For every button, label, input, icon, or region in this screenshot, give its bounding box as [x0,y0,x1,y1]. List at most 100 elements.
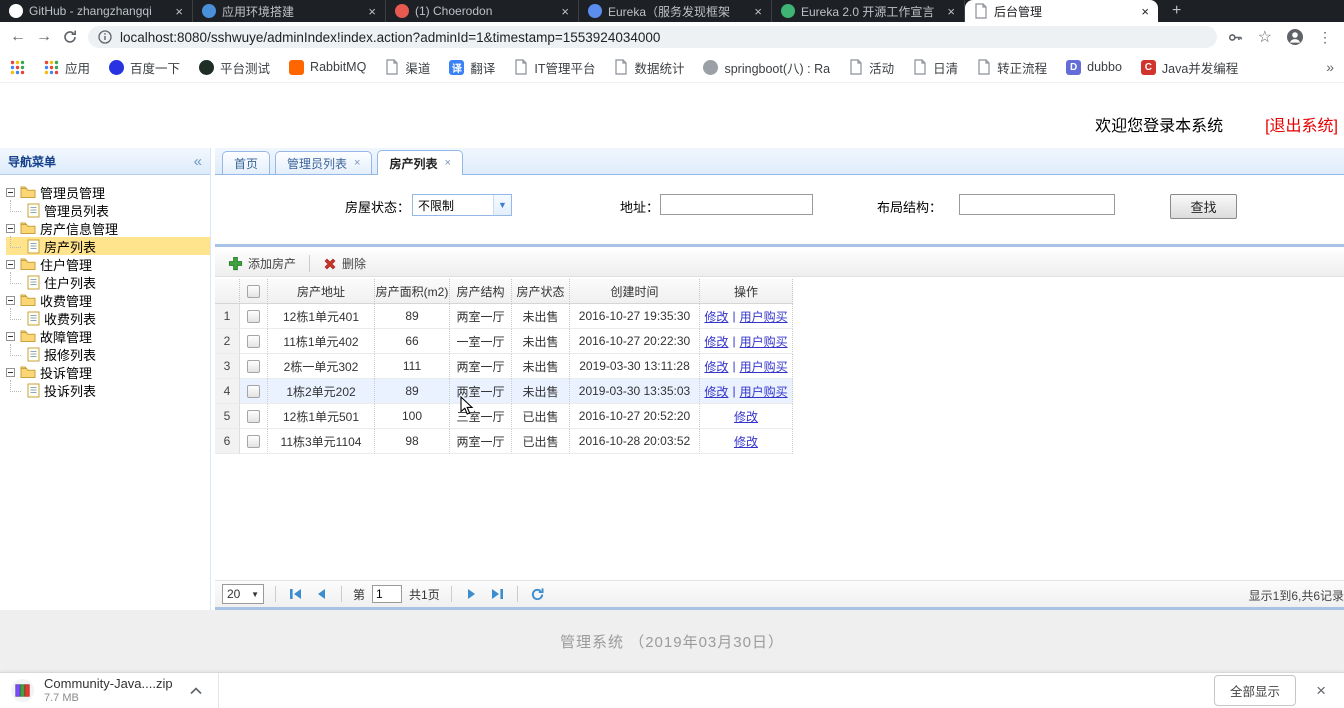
tree-item[interactable]: 投诉列表 [6,381,210,399]
bookmark-star-icon[interactable]: ☆ [1258,27,1272,47]
table-row[interactable]: 32栋一单元302111两室一厅未出售2019-03-30 13:11:28修改… [215,354,1344,379]
last-page-icon[interactable] [488,585,506,603]
tree-collapse-icon[interactable] [6,296,15,305]
next-page-icon[interactable] [463,585,481,603]
page-size-select[interactable]: 20 ▼ [222,584,264,604]
tree-item[interactable]: 房产列表 [6,237,210,255]
tree-item[interactable]: 住户列表 [6,273,210,291]
bookmark-item[interactable]: 平台测试 [199,58,270,77]
action-link[interactable]: 用户购买 [740,358,788,375]
action-link[interactable]: 修改 [704,358,728,375]
key-icon[interactable] [1227,29,1244,46]
browser-tab[interactable]: Eureka 2.0 开源工作宣言× [772,0,965,22]
tab-close-icon[interactable]: × [368,4,376,19]
bookmark-item[interactable]: 数据统计 [614,58,684,77]
add-property-button[interactable]: 添加房产 [222,253,302,275]
tab-close-icon[interactable]: × [175,4,183,19]
tree-collapse-icon[interactable] [6,332,15,341]
back-icon[interactable]: ← [10,29,26,45]
address-input[interactable] [660,194,813,215]
bookmark-item[interactable]: 译翻译 [449,58,495,77]
table-row[interactable]: 512栋1单元501100三室一厅已出售2016-10-27 20:52:20修… [215,404,1344,429]
column-header[interactable]: 房产结构 [450,279,512,304]
tab-close-icon[interactable]: × [354,157,360,169]
tree-group[interactable]: 管理员管理 [6,183,210,201]
bookmarks-overflow-icon[interactable]: » [1326,59,1334,75]
bookmark-item[interactable]: springboot(八) : Ra [703,58,830,77]
close-download-bar-icon[interactable]: × [1306,681,1334,701]
row-checkbox[interactable] [247,310,260,323]
tab-close-icon[interactable]: × [1141,4,1149,19]
tree-item[interactable]: 管理员列表 [6,201,210,219]
content-tab[interactable]: 房产列表× [377,150,462,175]
column-header[interactable]: 房产状态 [512,279,570,304]
bookmark-item[interactable]: 日清 [913,58,958,77]
new-tab-button[interactable]: + [1158,0,1195,22]
action-link[interactable]: 用户购买 [740,308,788,325]
bookmark-item[interactable]: 转正流程 [977,58,1047,77]
column-header[interactable]: 房产地址 [268,279,375,304]
url-bar[interactable]: localhost:8080/sshwuye/adminIndex!index.… [88,26,1217,48]
column-header[interactable]: 创建时间 [570,279,700,304]
column-header[interactable]: 房产面积(m2) [375,279,450,304]
row-checkbox[interactable] [247,435,260,448]
status-select[interactable]: 不限制 ▼ [412,194,512,216]
browser-tab[interactable]: GitHub - zhangzhangqi× [0,0,193,22]
bookmark-item[interactable]: CJava并发编程 [1141,58,1238,77]
select-all-checkbox[interactable] [247,285,260,298]
tab-close-icon[interactable]: × [754,4,762,19]
bookmark-item[interactable]: Ddubbo [1066,60,1122,75]
action-link[interactable]: 修改 [704,333,728,350]
row-checkbox[interactable] [247,410,260,423]
row-checkbox[interactable] [247,385,260,398]
prev-page-icon[interactable] [312,585,330,603]
find-button[interactable]: 查找 [1170,194,1237,219]
bookmark-item[interactable]: 活动 [849,58,894,77]
browser-tab[interactable]: 后台管理× [965,0,1158,22]
bookmark-item[interactable]: 百度一下 [109,58,180,77]
table-row[interactable]: 112栋1单元40189两室一厅未出售2016-10-27 19:35:30修改… [215,304,1344,329]
reload-icon[interactable] [62,29,78,45]
logout-link[interactable]: [退出系统] [1265,112,1338,136]
content-tab[interactable]: 首页 [222,151,270,174]
tree-item[interactable]: 报修列表 [6,345,210,363]
info-icon[interactable] [98,30,112,44]
browser-tab[interactable]: Eureka（服务发现框架× [579,0,772,22]
action-link[interactable]: 用户购买 [740,333,788,350]
action-link[interactable]: 修改 [734,433,758,450]
chevron-down-icon[interactable]: ▼ [493,195,511,215]
tree-item[interactable]: 收费列表 [6,309,210,327]
bookmark-item[interactable]: RabbitMQ [289,60,366,75]
show-all-downloads-button[interactable]: 全部显示 [1214,675,1296,706]
chevron-up-icon[interactable] [190,687,202,695]
browser-tab[interactable]: 应用环境搭建× [193,0,386,22]
tree-collapse-icon[interactable] [6,260,15,269]
tree-group[interactable]: 住户管理 [6,255,210,273]
delete-button[interactable]: 删除 [317,253,372,275]
browser-tab[interactable]: (1) Choerodon× [386,0,579,22]
bookmark-item[interactable]: 渠道 [385,58,430,77]
tree-group[interactable]: 故障管理 [6,327,210,345]
table-row[interactable]: 211栋1单元40266一室一厅未出售2016-10-27 20:22:30修改… [215,329,1344,354]
menu-dots-icon[interactable]: ⋮ [1318,29,1332,46]
page-number-input[interactable] [372,585,402,603]
action-link[interactable]: 修改 [704,308,728,325]
tree-collapse-icon[interactable] [6,368,15,377]
tree-group[interactable]: 投诉管理 [6,363,210,381]
forward-icon[interactable]: → [36,29,52,45]
tree-group[interactable]: 房产信息管理 [6,219,210,237]
tab-close-icon[interactable]: × [561,4,569,19]
refresh-icon[interactable] [529,585,547,603]
row-checkbox[interactable] [247,360,260,373]
download-item[interactable]: Community-Java....zip 7.7 MB [10,673,219,708]
action-link[interactable]: 修改 [734,408,758,425]
layout-input[interactable] [959,194,1115,215]
column-header[interactable]: 操作 [700,279,793,304]
row-checkbox[interactable] [247,335,260,348]
bookmark-item[interactable]: 应用 [44,58,90,77]
profile-avatar-icon[interactable] [1286,28,1304,46]
tree-collapse-icon[interactable] [6,188,15,197]
apps-grid-icon[interactable] [10,60,25,75]
tab-close-icon[interactable]: × [947,4,955,19]
bookmark-item[interactable]: IT管理平台 [514,58,595,77]
